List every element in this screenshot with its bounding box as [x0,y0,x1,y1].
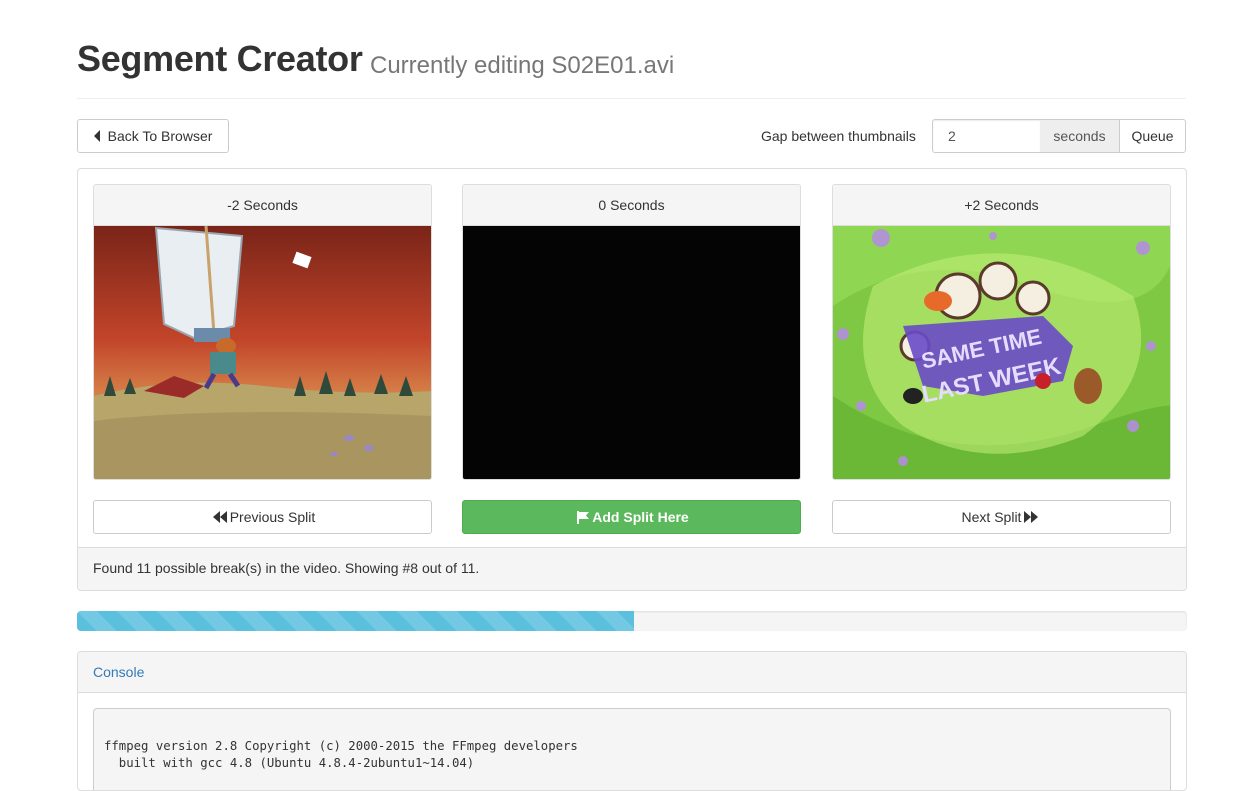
triangle-left-icon [93,130,100,142]
page-header: Segment Creator Currently editing S02E01… [77,38,1186,99]
thumbnail-image-next[interactable]: SAME TIME LAST WEEK [833,226,1170,479]
thumbnail-panel: -2 Seconds 0 Seconds +2 Seconds SAME TIM… [77,168,1187,591]
backward-icon [212,511,227,523]
next-split-label: Next Split [961,509,1022,525]
breaks-status-text: Found 11 possible break(s) in the video.… [93,560,480,576]
gap-label: Gap between thumbnails [761,128,916,144]
back-to-browser-button[interactable]: Back To Browser [77,119,229,153]
thumbnail-current: 0 Seconds [462,184,801,480]
back-to-browser-label: Back To Browser [107,128,213,144]
page-subtitle: Currently editing S02E01.avi [370,52,675,79]
forward-icon [1024,511,1039,523]
thumbnail-image-prev[interactable] [94,225,431,479]
progress-bar [77,611,1187,631]
gap-input[interactable] [932,119,1041,153]
page-title: Segment Creator [77,38,363,79]
next-split-button[interactable]: Next Split [832,500,1171,534]
flag-icon [577,510,590,524]
thumbnail-label: 0 Seconds [463,185,800,226]
console-toggle-link[interactable]: Console [93,664,144,680]
console-output: ffmpeg version 2.8 Copyright (c) 2000-20… [93,708,1171,790]
thumbnail-label: -2 Seconds [94,185,431,226]
thumbnail-next: +2 Seconds SAME TIME LAST WEEK [832,184,1171,480]
queue-button[interactable]: Queue [1119,119,1186,153]
previous-split-label: Previous Split [229,509,316,525]
console-panel: Console ffmpeg version 2.8 Copyright (c)… [77,651,1187,791]
panel-footer: Found 11 possible break(s) in the video.… [78,547,1186,590]
previous-split-button[interactable]: Previous Split [93,500,432,534]
thumbnail-prev: -2 Seconds [93,184,432,480]
thumbnail-image-current[interactable] [463,226,800,479]
console-header: Console [78,652,1186,693]
console-line: built with gcc 4.8 (Ubuntu 4.8.4-2ubuntu… [104,756,475,770]
gap-unit-addon: seconds [1040,119,1120,153]
progress-bar-fill [77,611,635,631]
add-split-button[interactable]: Add Split Here [462,500,801,534]
thumbnail-label: +2 Seconds [833,185,1170,226]
console-line: ffmpeg version 2.8 Copyright (c) 2000-20… [104,739,578,753]
add-split-label: Add Split Here [592,509,689,525]
